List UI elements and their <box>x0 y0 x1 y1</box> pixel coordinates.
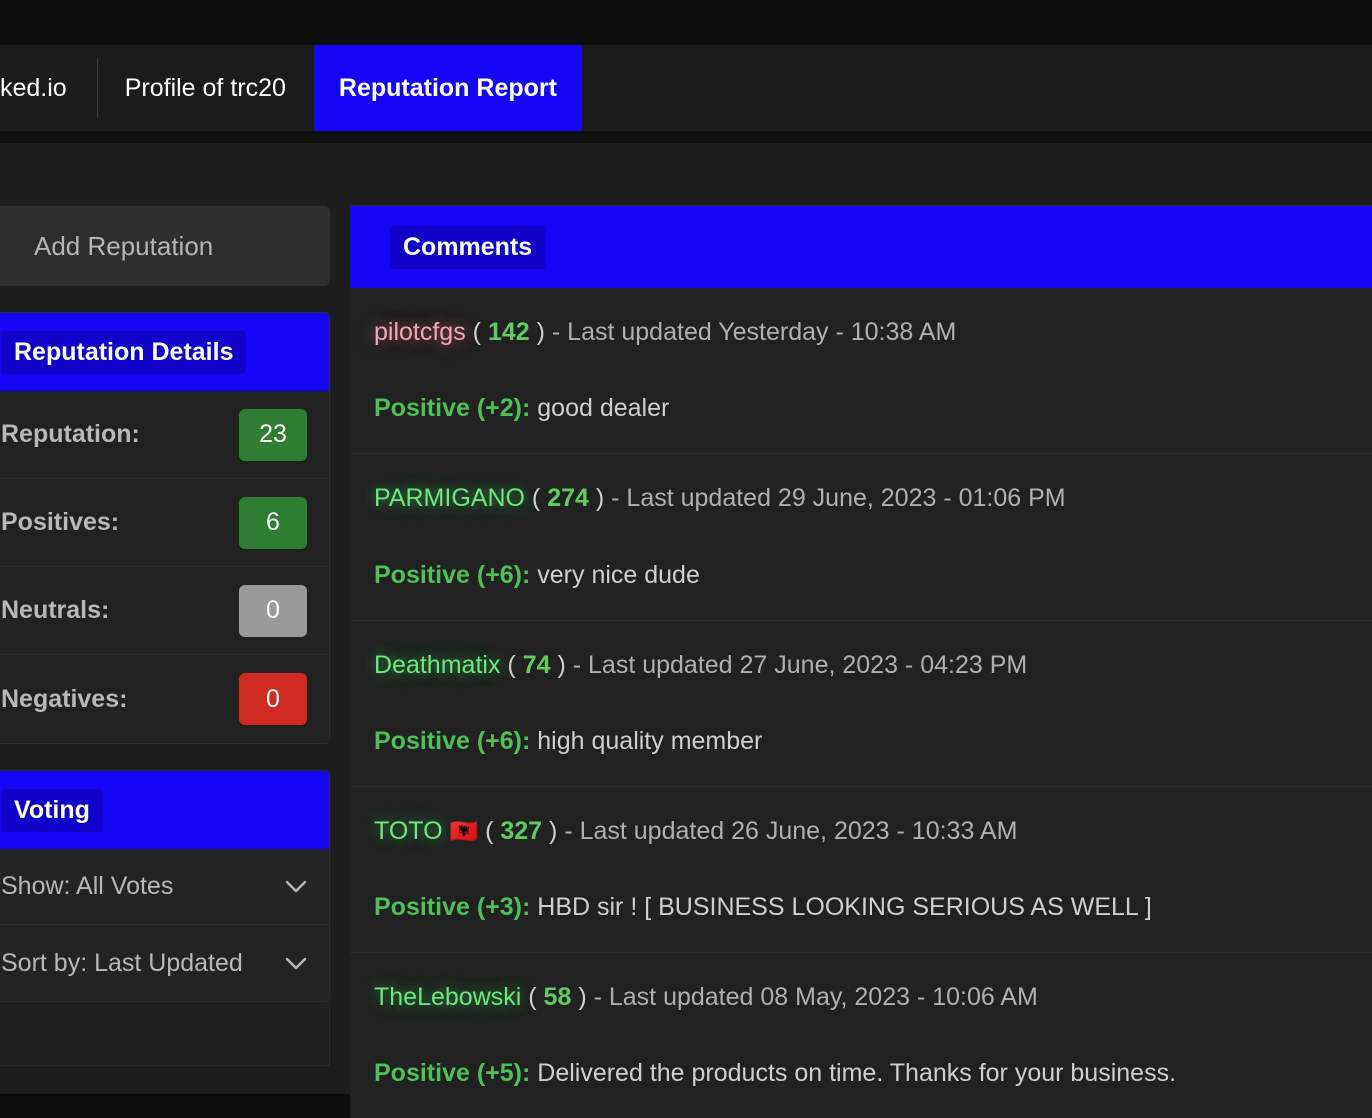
paren-close: ) <box>557 650 566 679</box>
browser-top-strip <box>0 0 1372 45</box>
browser-tab-label: Profile of trc20 <box>124 73 286 102</box>
reputation-details-header: Reputation Details <box>0 313 329 391</box>
comment-username[interactable]: PARMIGANO <box>374 484 525 512</box>
comment-body: Positive (+6): very nice dude <box>374 561 1350 590</box>
positives-badge: 6 <box>239 496 307 549</box>
browser-tab-label: Reputation Report <box>338 73 557 102</box>
comment-username[interactable]: pilotcfgs <box>374 318 466 346</box>
page-body: Add Reputation Reputation Details Reputa… <box>0 143 1372 1118</box>
comment-username[interactable]: TOTO <box>374 817 443 845</box>
chevron-down-icon <box>285 957 307 970</box>
paren-close: ) <box>549 816 558 845</box>
comment-author-reputation: 274 <box>547 484 589 513</box>
comment-username[interactable]: TheLebowski <box>374 983 521 1011</box>
comment-author-reputation: 327 <box>500 816 543 845</box>
browser-tab-1[interactable]: Profile of trc20 <box>96 45 314 131</box>
stat-label: Positives: <box>1 508 120 536</box>
browser-tab-bar: ked.io Profile of trc20 Reputation Repor… <box>0 45 1372 131</box>
paren-open: ( <box>507 650 516 679</box>
comment-text: high quality member <box>537 726 763 755</box>
comment-text: HBD sir ! [ BUSINESS LOOKING SERIOUS AS … <box>537 893 1152 921</box>
paren-open: ( <box>528 983 537 1011</box>
add-reputation-button[interactable]: Add Reputation <box>0 206 330 286</box>
reputation-details-title: Reputation Details <box>1 330 247 374</box>
voting-title: Voting <box>1 788 103 832</box>
comments-title: Comments <box>390 225 546 269</box>
comment-body: Positive (+5): Delivered the products on… <box>374 1059 1350 1088</box>
comment-meta: TheLebowski ( 58 ) - Last updated 08 May… <box>374 979 1350 1015</box>
comment-meta: PARMIGANO ( 274 ) - Last updated 29 June… <box>374 480 1350 516</box>
sort-by-value: Sort by: Last Updated <box>1 948 243 977</box>
comment-text: good dealer <box>537 394 670 423</box>
comment-row: Deathmatix ( 74 ) - Last updated 27 June… <box>350 621 1372 787</box>
stat-row-positives: Positives: 6 <box>0 479 329 567</box>
comments-header: Comments <box>350 206 1372 288</box>
stat-label: Neutrals: <box>1 596 110 624</box>
comment-author-reputation: 58 <box>543 983 572 1011</box>
paren-open: ( <box>485 816 494 845</box>
comment-row: TOTO 🇦🇱 ( 327 ) - Last updated 26 June, … <box>350 787 1372 953</box>
paren-close: ) <box>578 983 587 1011</box>
comment-timestamp: - Last updated 08 May, 2023 - 10:06 AM <box>593 983 1038 1011</box>
comment-meta: Deathmatix ( 74 ) - Last updated 27 June… <box>374 647 1350 683</box>
sidebar: Add Reputation Reputation Details Reputa… <box>0 206 330 1066</box>
paren-open: ( <box>472 318 481 346</box>
reputation-details-panel: Reputation Details Reputation: 23 Positi… <box>0 312 330 744</box>
comment-row: pilotcfgs ( 142 ) - Last updated Yesterd… <box>350 288 1372 455</box>
comment-body: Positive (+3): HBD sir ! [ BUSINESS LOOK… <box>374 893 1350 922</box>
voting-header: Voting <box>0 771 329 849</box>
comment-meta: pilotcfgs ( 142 ) - Last updated Yesterd… <box>374 314 1350 350</box>
comment-text: Delivered the products on time. Thanks f… <box>537 1059 1177 1088</box>
comment-verdict: Positive (+3): <box>374 893 531 921</box>
comment-body: Positive (+2): good dealer <box>374 394 1350 423</box>
stat-row-neutrals: Neutrals: 0 <box>0 567 329 655</box>
negatives-badge: 0 <box>239 673 307 725</box>
browser-tab-label: ked.io <box>0 73 67 102</box>
comment-text: very nice dude <box>537 560 700 589</box>
comment-timestamp: - Last updated 26 June, 2023 - 10:33 AM <box>564 816 1018 845</box>
browser-tab-0[interactable]: ked.io <box>0 45 97 131</box>
stat-label: Negatives: <box>1 684 128 713</box>
browser-tab-2[interactable]: Reputation Report <box>313 45 582 131</box>
comment-verdict: Positive (+6): <box>374 560 531 589</box>
comments-panel: Comments pilotcfgs ( 142 ) - Last update… <box>350 205 1372 1118</box>
sidebar-panel-footer <box>0 1002 330 1066</box>
comment-author-reputation: 74 <box>522 650 551 679</box>
country-flag-icon: 🇦🇱 <box>449 817 479 844</box>
paren-close: ) <box>595 484 605 513</box>
comment-verdict: Positive (+6): <box>374 726 531 755</box>
comment-verdict: Positive (+2): <box>374 394 531 423</box>
neutrals-badge: 0 <box>239 584 307 637</box>
voting-filters: Show: All Votes Sort by: Last Updated <box>0 849 329 1001</box>
tab-bar-shadow <box>0 131 1372 143</box>
comment-author-reputation: 142 <box>487 318 530 346</box>
comment-body: Positive (+6): high quality member <box>374 727 1350 756</box>
stat-row-negatives: Negatives: 0 <box>0 655 329 743</box>
comment-username[interactable]: Deathmatix <box>374 651 500 679</box>
stat-row-reputation: Reputation: 23 <box>0 391 329 479</box>
comment-row: TheLebowski ( 58 ) - Last updated 08 May… <box>350 953 1372 1118</box>
comment-row: PARMIGANO ( 274 ) - Last updated 29 June… <box>350 454 1372 621</box>
comment-timestamp: - Last updated Yesterday - 10:38 AM <box>551 318 957 346</box>
voting-panel: Voting Show: All Votes Sort by: Last Upd… <box>0 770 330 1002</box>
reputation-badge: 23 <box>239 408 307 461</box>
comment-verdict: Positive (+5): <box>374 1059 531 1088</box>
comment-timestamp: - Last updated 29 June, 2023 - 01:06 PM <box>611 484 1066 513</box>
comment-timestamp: - Last updated 27 June, 2023 - 04:23 PM <box>572 650 1028 679</box>
chevron-down-icon <box>285 880 307 893</box>
stat-label: Reputation: <box>1 420 140 448</box>
add-reputation-label: Add Reputation <box>34 230 214 261</box>
sort-by-select[interactable]: Sort by: Last Updated <box>0 925 329 1001</box>
paren-close: ) <box>536 318 545 346</box>
show-votes-select[interactable]: Show: All Votes <box>0 849 329 925</box>
comment-meta: TOTO 🇦🇱 ( 327 ) - Last updated 26 June, … <box>374 813 1350 849</box>
paren-open: ( <box>531 484 541 513</box>
show-votes-value: Show: All Votes <box>1 872 174 900</box>
